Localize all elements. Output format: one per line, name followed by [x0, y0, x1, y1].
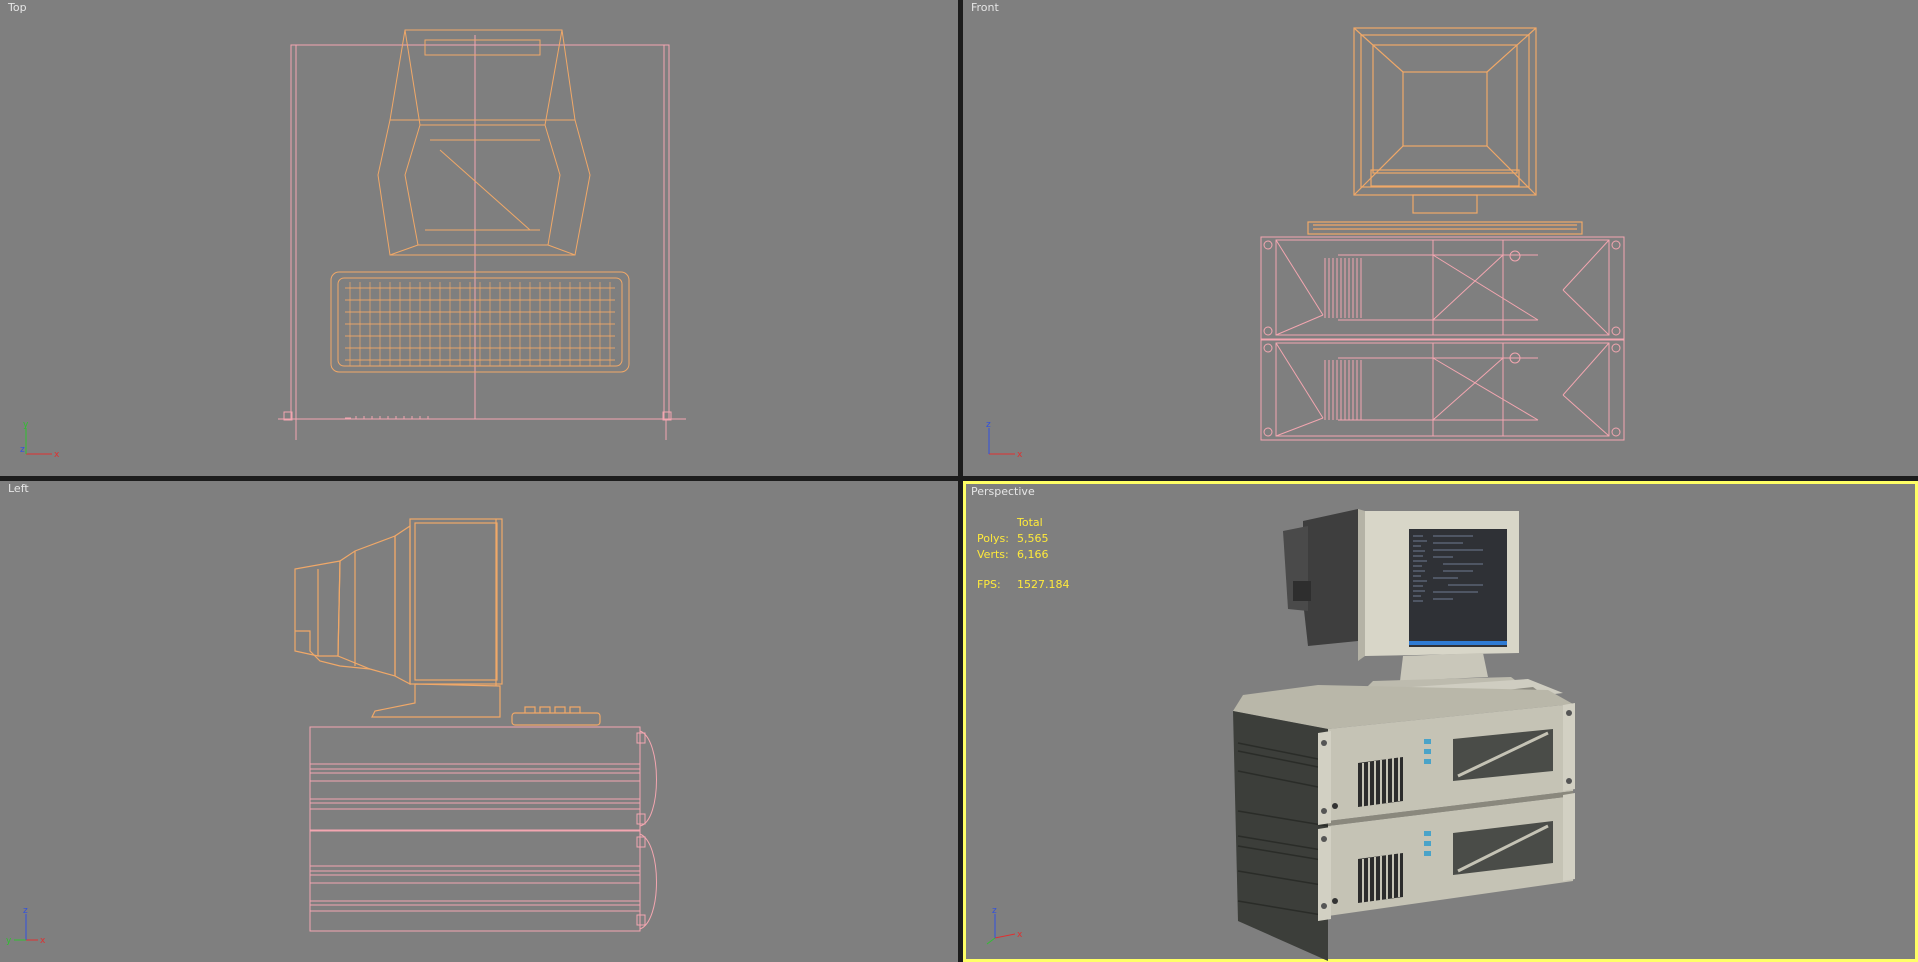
svg-text:z: z [20, 445, 25, 455]
svg-text:y: y [6, 936, 12, 946]
axis-gizmo: x z [986, 420, 1023, 460]
front-wireframe [1260, 27, 1625, 441]
svg-text:y: y [23, 420, 29, 430]
svg-text:z: z [992, 906, 997, 916]
axis-gizmo: x y z [20, 420, 60, 460]
perspective-render [1233, 509, 1575, 961]
viewport-top[interactable]: Top x y z [0, 0, 958, 476]
viewport-left[interactable]: Left x y z [0, 481, 958, 962]
svg-text:x: x [54, 450, 60, 460]
svg-text:x: x [1017, 450, 1023, 460]
svg-text:x: x [1017, 930, 1023, 940]
axis-gizmo: x z [986, 906, 1023, 945]
viewport-perspective[interactable]: Perspective Total Polys: 5,565 Verts: 6,16… [963, 481, 1918, 962]
top-wireframe [278, 29, 686, 440]
svg-text:z: z [23, 906, 28, 916]
viewport-front[interactable]: Front x z [963, 0, 1918, 476]
svg-text:z: z [986, 420, 991, 430]
left-wireframe [294, 518, 657, 932]
svg-text:x: x [40, 936, 46, 946]
axis-gizmo: x y z [6, 906, 46, 946]
